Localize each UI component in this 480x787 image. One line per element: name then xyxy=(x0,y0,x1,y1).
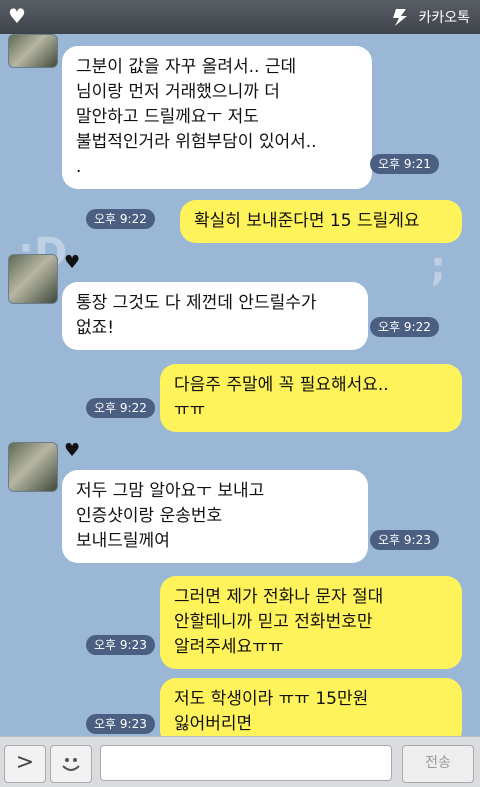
message-time: 오후 9:21 xyxy=(370,154,439,174)
kakao-logo-icon xyxy=(393,9,408,26)
message-bubble: 확실히 보내준다면 15 드릴게요 xyxy=(180,200,462,243)
heart-icon: ♥ xyxy=(64,440,81,461)
message-bubble: 저두 그맘 알아요ㅜ 보내고 인증샷이랑 운송번호 보내드릴께여 xyxy=(62,470,368,563)
message-bubble: 다음주 주말에 꼭 필요해서요.. ㅠㅠ xyxy=(160,364,462,432)
send-button[interactable]: 전송 xyxy=(402,745,474,783)
emoticon-button[interactable] xyxy=(50,745,92,783)
input-bar: > 전송 xyxy=(0,736,480,787)
message-bubble: 통장 그것도 다 제껀데 안드릴수가 없죠! xyxy=(62,282,368,350)
message-bubble: 그분이 값을 자꾸 올려서.. 근데 님이랑 먼저 거래했으니까 더 말안하고 … xyxy=(62,46,372,189)
message-time: 오후 9:22 xyxy=(370,317,439,337)
smiley-icon xyxy=(62,758,80,771)
message-time: 오후 9:22 xyxy=(86,209,155,229)
message-time: 오후 9:22 xyxy=(86,398,155,418)
heart-icon: ♥ xyxy=(64,252,81,273)
brand: 카카오톡 xyxy=(390,7,470,27)
message-input[interactable] xyxy=(100,745,392,781)
chevron-right-icon: > xyxy=(15,750,35,775)
message-bubble: 저도 학생이라 ㅠㅠ 15만원 잃어버리면 xyxy=(160,678,462,736)
heart-icon[interactable]: ♥ xyxy=(8,4,26,28)
message-bubble: 그러면 제가 전화나 문자 절대 안할테니까 믿고 전화번호만 알려주세요ㅠㅠ xyxy=(160,576,462,669)
title-bar: ♥ 카카오톡 xyxy=(0,0,480,35)
message-time: 오후 9:23 xyxy=(86,635,155,655)
avatar[interactable] xyxy=(8,442,58,492)
background-decoration: ; xyxy=(430,244,446,290)
brand-name: 카카오톡 xyxy=(418,10,470,26)
expand-button[interactable]: > xyxy=(4,745,46,783)
message-time: 오후 9:23 xyxy=(370,530,439,550)
chat-area[interactable]: :D ; 그분이 값을 자꾸 올려서.. 근데 님이랑 먼저 거래했으니까 더 … xyxy=(0,34,480,736)
avatar[interactable] xyxy=(8,34,58,68)
avatar[interactable] xyxy=(8,254,58,304)
message-time: 오후 9:23 xyxy=(86,714,155,734)
